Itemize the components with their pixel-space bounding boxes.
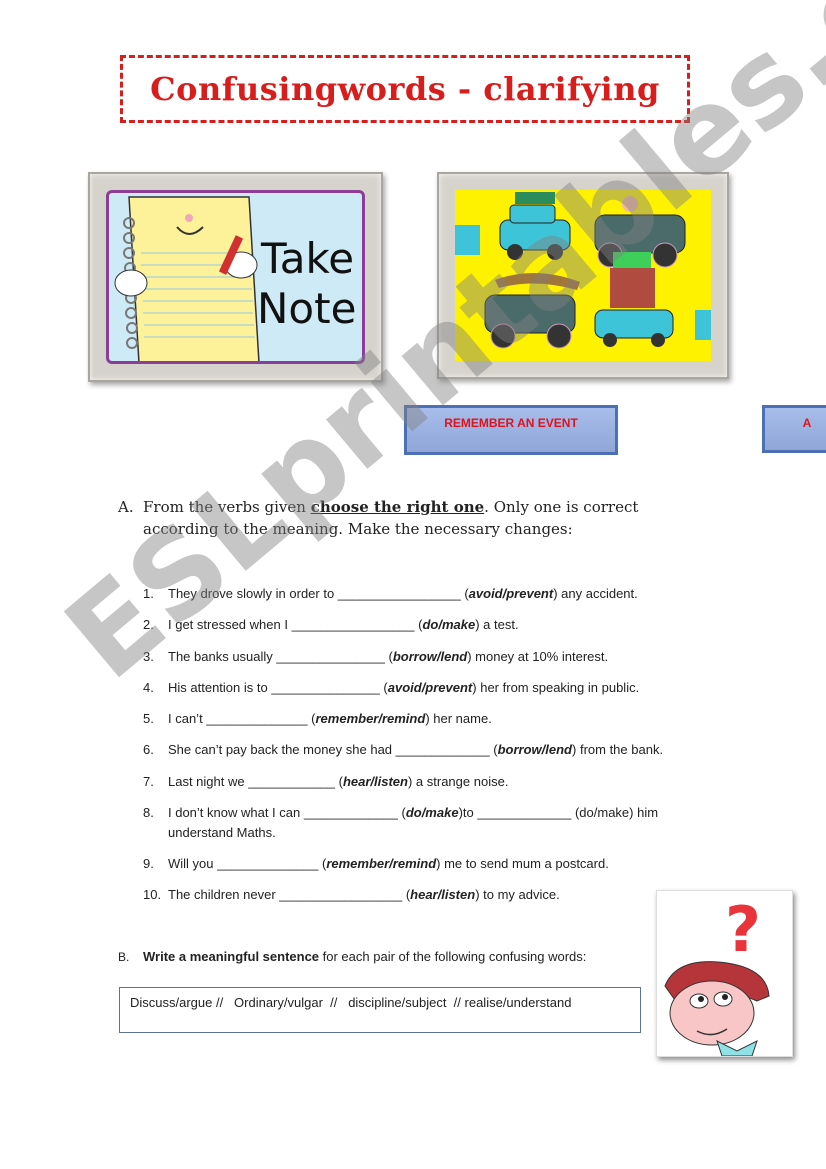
- take-note-image: Take Note!: [106, 190, 365, 364]
- item-number: 5.: [143, 711, 154, 726]
- item-text: The children never: [168, 887, 280, 902]
- exercise-item: 6. She can’t pay back the money she had …: [143, 740, 713, 760]
- exercise-item: 2. I get stressed when I _______________…: [143, 615, 713, 635]
- item-text-after: me to send mum a postcard.: [440, 856, 609, 871]
- item-number: 9.: [143, 856, 154, 871]
- notepad-illustration: Take Note!: [114, 196, 365, 361]
- item-number: 2.: [143, 617, 154, 632]
- item-text-after: money at 10% interest.: [471, 649, 609, 664]
- exercise-item: 8. I don’t know what I can _____________…: [143, 805, 659, 840]
- section-b-emphasis: Write a meaningful sentence: [143, 949, 320, 964]
- answer-blank[interactable]: _________________: [279, 887, 402, 902]
- second-option-button[interactable]: A: [762, 405, 826, 453]
- exercise-item: 3. The banks usually _______________ (bo…: [143, 647, 713, 667]
- note-text: Note!: [257, 284, 365, 333]
- answer-blank[interactable]: _______________: [271, 680, 379, 695]
- section-a-text-before: From the verbs given: [143, 498, 311, 516]
- answer-blank[interactable]: ____________: [248, 774, 335, 789]
- item-number: 3.: [143, 649, 154, 664]
- answer-blank[interactable]: ______________: [206, 711, 307, 726]
- item-text: They drove slowly in order to: [168, 586, 338, 601]
- section-b-text: for each pair of the following confusing…: [319, 949, 587, 964]
- item-text: Last night we: [168, 774, 249, 789]
- item-text: The banks usually: [168, 649, 277, 664]
- item-text: His attention is to: [168, 680, 272, 695]
- verb-options: do/make: [422, 617, 476, 632]
- section-a-emphasis: choose the right one: [310, 498, 485, 516]
- item-text: I don’t know what I can: [168, 805, 304, 820]
- answer-blank[interactable]: ______________: [217, 856, 318, 871]
- section-a-instructions: A. From the verbs given choose the right…: [118, 496, 718, 540]
- cars-image-frame: [437, 172, 729, 379]
- item-text-after: her from speaking in public.: [476, 680, 640, 695]
- take-text: Take: [260, 234, 354, 283]
- item-number: 7.: [143, 774, 154, 789]
- thinking-boy-illustration: ?: [664, 893, 770, 1056]
- item-number: 10.: [143, 887, 162, 902]
- cars-illustration: [455, 192, 711, 349]
- exercise-item: 4. His attention is to _______________ (…: [143, 678, 713, 698]
- item-number: 1.: [143, 586, 154, 601]
- answer-blank[interactable]: _________________: [338, 586, 461, 601]
- answer-blank[interactable]: _____________: [304, 805, 398, 820]
- item-text: I get stressed when I: [168, 617, 292, 632]
- verb-options: hear/listen: [410, 887, 476, 902]
- verb-options: avoid/prevent: [468, 586, 554, 601]
- verb-options: remember/remind: [315, 711, 426, 726]
- question-mark-icon: ?: [725, 893, 761, 966]
- item-number: 6.: [143, 742, 154, 757]
- item-text-after: to my advice.: [479, 887, 560, 902]
- thinking-boy-image: ?: [656, 890, 793, 1057]
- exercise-item: 1. They drove slowly in order to _______…: [143, 584, 713, 604]
- answer-blank[interactable]: _____________: [396, 742, 490, 757]
- section-a-text: From the verbs given choose the right on…: [143, 496, 718, 540]
- item-text-after: her name.: [429, 711, 492, 726]
- answer-blank[interactable]: _______________: [276, 649, 384, 664]
- confusing-words-box: Discuss/argue // Ordinary/vulgar // disc…: [119, 987, 641, 1033]
- item-text-after: from the bank.: [576, 742, 664, 757]
- section-b-letter: B.: [118, 950, 130, 964]
- item-number: 8.: [143, 805, 154, 820]
- answer-blank[interactable]: _________________: [292, 617, 415, 632]
- exercise-item: 5. I can’t ______________ (remember/remi…: [143, 709, 713, 729]
- cars-image: [455, 190, 711, 361]
- item-text-after: a test.: [479, 617, 519, 632]
- item-text: She can’t pay back the money she had: [168, 742, 396, 757]
- verb-options: do/make: [405, 805, 459, 820]
- car-1: [499, 192, 571, 260]
- car-3: [484, 272, 580, 349]
- item-text: Will you: [168, 856, 218, 871]
- worksheet-title: Confusingwords - clarifying: [150, 70, 660, 108]
- remember-an-event-button[interactable]: REMEMBER AN EVENT: [404, 405, 618, 455]
- title-box: Confusingwords - clarifying: [120, 55, 690, 123]
- confusing-words-list: Discuss/argue // Ordinary/vulgar // disc…: [130, 995, 572, 1010]
- verb-options: borrow/lend: [392, 649, 468, 664]
- item-text-after: a strange noise.: [412, 774, 509, 789]
- exercise-item: 10. The children never _________________…: [143, 885, 713, 905]
- exercise-item: 9. Will you ______________ (remember/rem…: [143, 854, 713, 874]
- verb-options: remember/remind: [326, 856, 437, 871]
- verb-options: avoid/prevent: [387, 680, 473, 695]
- exercise-item: 7. Last night we ____________ (hear/list…: [143, 772, 713, 792]
- verb-options: borrow/lend: [497, 742, 572, 757]
- item-text: I can’t: [168, 711, 207, 726]
- section-b-instructions: B. Write a meaningful sentence for each p…: [118, 949, 586, 964]
- item-text-after: any accident.: [557, 586, 638, 601]
- take-note-image-frame: Take Note!: [88, 172, 383, 382]
- verb-options: hear/listen: [342, 774, 408, 789]
- section-a-letter: A.: [118, 498, 134, 516]
- item-number: 4.: [143, 680, 154, 695]
